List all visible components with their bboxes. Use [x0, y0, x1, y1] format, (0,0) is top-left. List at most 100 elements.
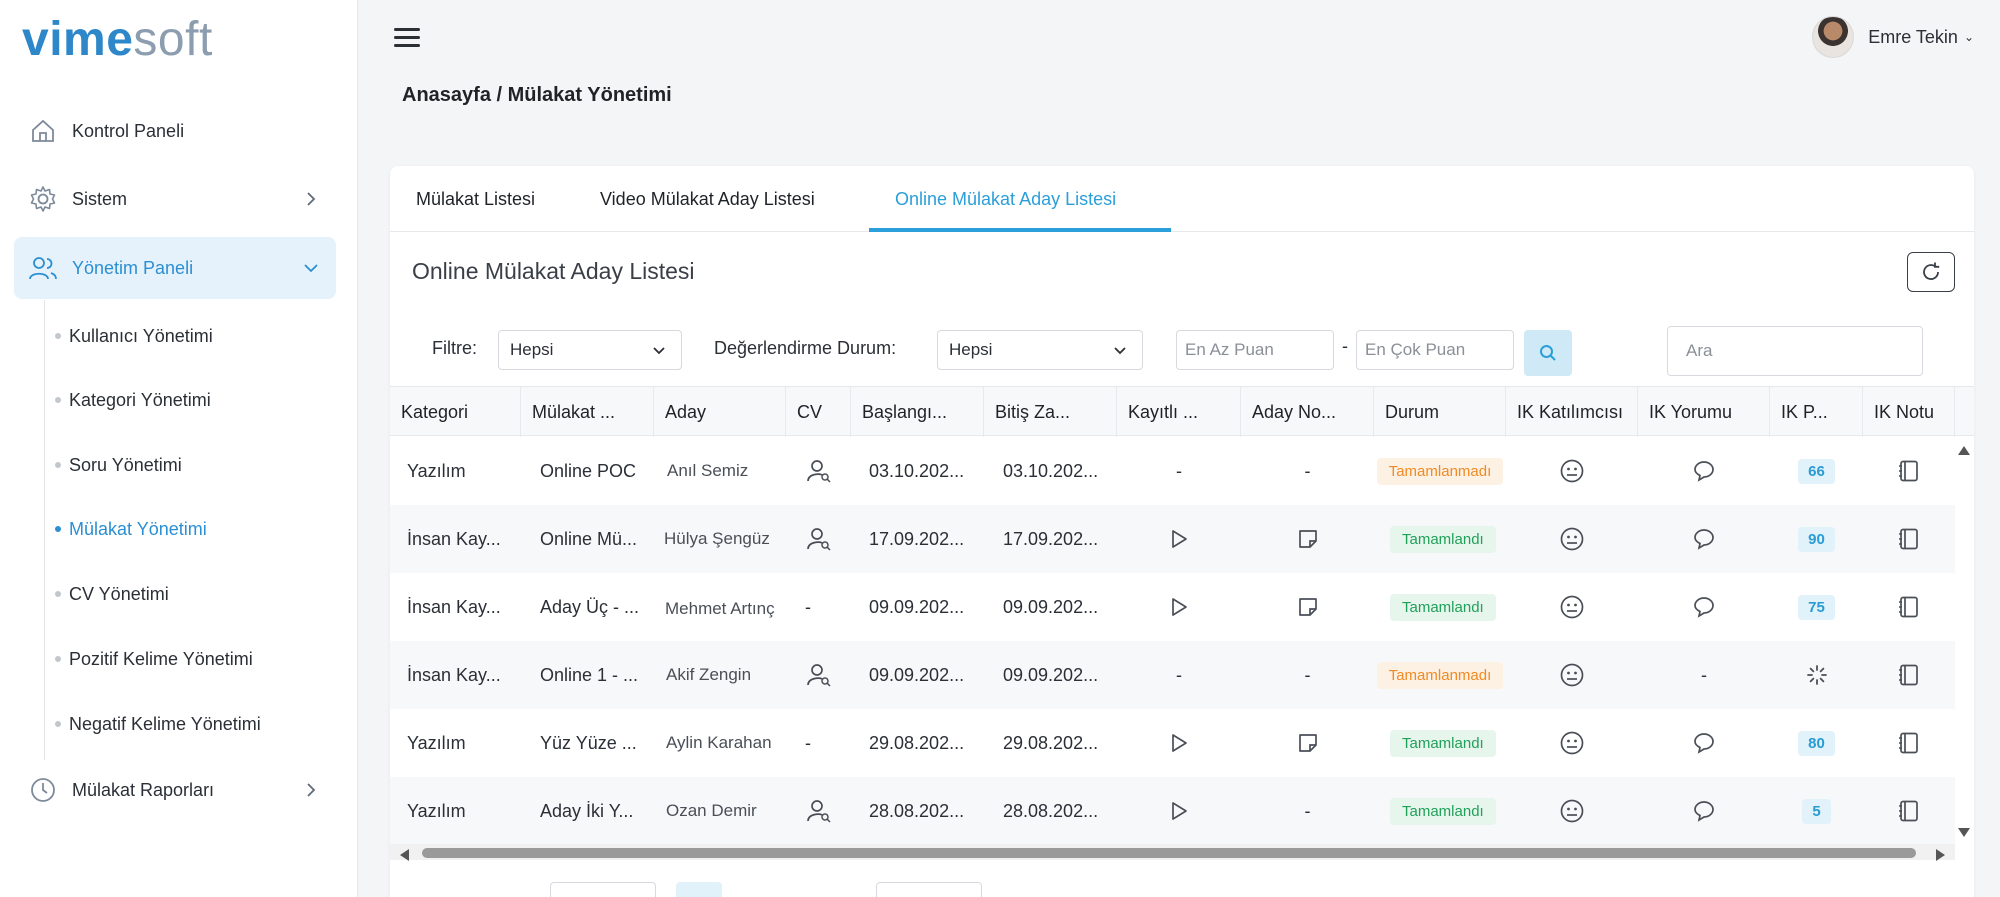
column-header-kategori[interactable]: Kategori [390, 387, 521, 437]
play-icon[interactable] [1168, 800, 1190, 822]
subnav-item-soru-yonetimi[interactable]: Soru Yönetimi [55, 445, 182, 485]
comment-icon[interactable] [1692, 527, 1716, 551]
subnav-item-kullanici-yonetimi[interactable]: Kullanıcı Yönetimi [55, 316, 213, 356]
user-menu[interactable]: Emre Tekin ⌄ [1812, 16, 1974, 58]
notebook-icon[interactable] [1897, 663, 1921, 687]
sidebar-item-yonetim-paneli[interactable]: Yönetim Paneli [14, 237, 336, 299]
vimesoft-logo[interactable]: vimesoft [22, 14, 213, 66]
sidebar-item-mulakat-raporlari[interactable]: Mülakat Raporları [14, 759, 336, 821]
refresh-button[interactable] [1907, 252, 1955, 292]
eval-status-select[interactable]: Hepsi [937, 330, 1143, 370]
ik-participant-icon[interactable] [1559, 458, 1585, 484]
scroll-down-arrow-icon[interactable] [1958, 828, 1970, 837]
table-row[interactable]: İnsan Kay... Online Mü... Hülya Şengüz 1… [390, 505, 1955, 573]
cv-view-icon[interactable] [806, 458, 832, 484]
pagination-current-page[interactable] [676, 882, 722, 897]
status-badge: Tamamlandı [1390, 593, 1496, 621]
status-badge: Tamamlandı [1390, 797, 1496, 825]
comment-icon[interactable] [1692, 459, 1716, 483]
column-header-ik-puan[interactable]: IK P... [1770, 387, 1863, 437]
cv-view-icon[interactable] [806, 662, 832, 688]
play-icon[interactable] [1168, 596, 1190, 618]
sidebar-item-label: Sistem [72, 188, 128, 209]
column-header-aday[interactable]: Aday [654, 387, 786, 437]
ik-participant-icon[interactable] [1559, 662, 1585, 688]
sticky-note-icon[interactable] [1297, 596, 1319, 618]
column-header-baslangic[interactable]: Başlangı... [851, 387, 984, 437]
max-score-input[interactable]: En Çok Puan [1356, 330, 1514, 370]
search-icon [1538, 343, 1558, 363]
chevron-down-icon [651, 343, 667, 359]
tab-video-mulakat-aday-listesi[interactable]: Video Mülakat Aday Listesi [600, 166, 815, 232]
comment-icon[interactable] [1692, 731, 1716, 755]
scroll-up-arrow-icon[interactable] [1958, 446, 1970, 455]
cv-view-icon[interactable] [806, 526, 832, 552]
card-title: Online Mülakat Aday Listesi [412, 258, 695, 284]
comment-icon[interactable] [1692, 595, 1716, 619]
search-button[interactable] [1524, 330, 1572, 376]
sticky-note-icon[interactable] [1297, 732, 1319, 754]
scroll-right-arrow-icon[interactable] [1936, 849, 1945, 861]
ik-participant-icon[interactable] [1559, 730, 1585, 756]
subnav-item-cv-yonetimi[interactable]: CV Yönetimi [55, 574, 169, 614]
subnav-item-pozitif-kelime[interactable]: Pozitif Kelime Yönetimi [55, 639, 253, 679]
play-icon[interactable] [1168, 528, 1190, 550]
main-card: Mülakat Listesi Video Mülakat Aday Liste… [390, 166, 1974, 897]
notebook-icon[interactable] [1897, 595, 1921, 619]
pagination-next[interactable] [876, 882, 982, 897]
ik-score-badge: 80 [1798, 730, 1835, 756]
ik-participant-icon[interactable] [1559, 526, 1585, 552]
sidebar-item-kontrol-paneli[interactable]: Kontrol Paneli [14, 100, 336, 162]
sidebar-item-sistem[interactable]: Sistem [14, 168, 336, 230]
scroll-left-arrow-icon[interactable] [400, 849, 409, 861]
sticky-note-icon[interactable] [1297, 528, 1319, 550]
subnav-item-mulakat-yonetimi[interactable]: Mülakat Yönetimi [55, 509, 207, 549]
bullet-icon [55, 462, 61, 468]
menu-toggle-icon[interactable] [394, 28, 420, 50]
eval-status-label: Değerlendirme Durum: [714, 338, 897, 358]
column-header-durum[interactable]: Durum [1374, 387, 1506, 437]
table-row[interactable]: Yazılım Online POC Anıl Semiz 03.10.202.… [390, 437, 1955, 505]
status-badge: Tamamlanmadı [1376, 457, 1504, 485]
table-row[interactable]: Yazılım Yüz Yüze ... Aylin Karahan - 29.… [390, 709, 1955, 777]
ik-participant-icon[interactable] [1559, 798, 1585, 824]
pagination-prev[interactable] [550, 882, 656, 897]
cv-view-icon[interactable] [806, 798, 832, 824]
min-score-input[interactable]: En Az Puan [1176, 330, 1334, 370]
comment-icon[interactable] [1692, 799, 1716, 823]
bullet-icon [55, 721, 61, 727]
column-header-ik-katilimci[interactable]: IK Katılımcısı [1506, 387, 1638, 437]
column-header-bitis[interactable]: Bitiş Za... [984, 387, 1117, 437]
play-icon[interactable] [1168, 732, 1190, 754]
horizontal-scrollbar-thumb[interactable] [422, 848, 1916, 858]
table-row[interactable]: İnsan Kay... Online 1 - ... Akif Zengin … [390, 641, 1955, 709]
tab-mulakat-listesi[interactable]: Mülakat Listesi [416, 166, 535, 232]
column-header-cv[interactable]: CV [786, 387, 851, 437]
bullet-icon [55, 526, 61, 532]
subnav-item-negatif-kelime[interactable]: Negatif Kelime Yönetimi [55, 704, 261, 744]
filter-select[interactable]: Hepsi [498, 330, 682, 370]
notebook-icon[interactable] [1897, 527, 1921, 551]
notebook-icon[interactable] [1897, 731, 1921, 755]
tabs: Mülakat Listesi Video Mülakat Aday Liste… [390, 166, 1974, 232]
refresh-icon [1919, 260, 1943, 284]
search-input[interactable]: Ara [1667, 326, 1923, 376]
column-header-aday-not[interactable]: Aday No... [1241, 387, 1374, 437]
column-header-kayitli[interactable]: Kayıtlı ... [1117, 387, 1241, 437]
column-header-ik-yorum[interactable]: IK Yorumu [1638, 387, 1770, 437]
ik-participant-icon[interactable] [1559, 594, 1585, 620]
column-header-mulakat[interactable]: Mülakat ... [521, 387, 654, 437]
table-row[interactable]: Yazılım Aday İki Y... Ozan Demir 28.08.2… [390, 777, 1955, 845]
breadcrumb: Anasayfa / Mülakat Yönetimi [402, 84, 672, 106]
subnav-item-kategori-yonetimi[interactable]: Kategori Yönetimi [55, 380, 211, 420]
tab-online-mulakat-aday-listesi[interactable]: Online Mülakat Aday Listesi [895, 166, 1116, 232]
notebook-icon[interactable] [1897, 459, 1921, 483]
status-badge: Tamamlandı [1390, 525, 1496, 553]
bullet-icon [55, 397, 61, 403]
notebook-icon[interactable] [1897, 799, 1921, 823]
status-badge: Tamamlandı [1390, 729, 1496, 757]
range-separator: - [1342, 336, 1348, 356]
column-header-ik-notu[interactable]: IK Notu [1863, 387, 1955, 437]
ik-score-badge: 66 [1798, 458, 1835, 484]
table-row[interactable]: İnsan Kay... Aday Üç - ... Mehmet Artınç… [390, 573, 1955, 641]
